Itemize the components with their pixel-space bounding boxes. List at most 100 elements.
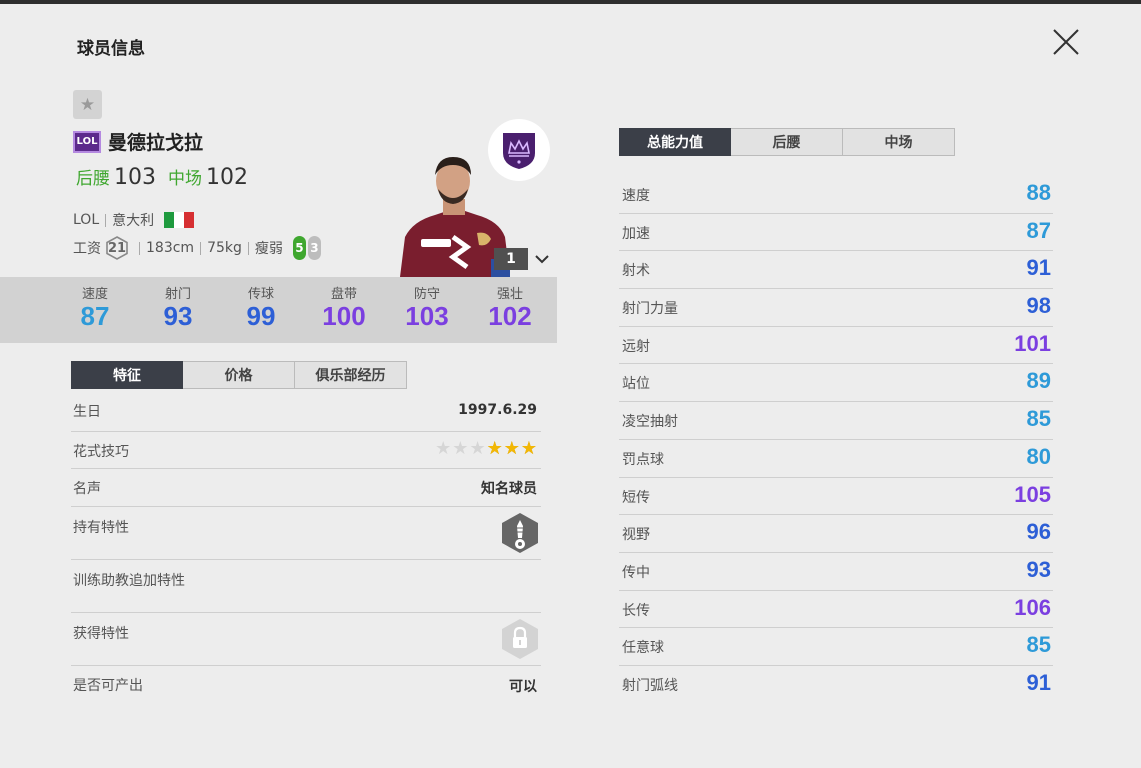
nation-text: 意大利 bbox=[112, 213, 155, 229]
player-name-row: LOL 曼德拉戈拉 bbox=[73, 128, 203, 155]
attribute-value: 96 bbox=[1026, 519, 1051, 545]
info-row-traits: 持有特性 bbox=[71, 507, 541, 560]
favorite-star-icon[interactable]: ★ bbox=[73, 90, 102, 119]
position-ratings: 后腰 103 中场 102 bbox=[76, 164, 260, 190]
summary-stat: 盘带 100 bbox=[314, 283, 374, 332]
crown-crest-icon bbox=[503, 133, 535, 169]
attribute-value: 101 bbox=[1014, 330, 1051, 356]
star-empty-icon: ★ bbox=[452, 438, 469, 459]
attribute-value: 87 bbox=[1026, 217, 1051, 243]
stat-label: 强壮 bbox=[496, 287, 523, 302]
position-label: 后腰 bbox=[76, 169, 110, 189]
birthday-value: 1997.6.29 bbox=[458, 402, 537, 418]
attribute-value: 91 bbox=[1026, 669, 1051, 695]
attribute-label: 短传 bbox=[622, 489, 650, 506]
attribute-value: 105 bbox=[1014, 481, 1051, 507]
info-row-coach-traits: 训练助教追加特性 bbox=[71, 560, 541, 613]
attribute-value: 88 bbox=[1026, 180, 1051, 205]
stat-label: 速度 bbox=[81, 287, 108, 302]
attribute-label: 视野 bbox=[622, 527, 650, 544]
star-empty-icon: ★ bbox=[435, 438, 452, 459]
attribute-row: 加速 87 bbox=[619, 214, 1053, 252]
attribute-value: 93 bbox=[1026, 556, 1051, 582]
tab-cm[interactable]: 中场 bbox=[843, 128, 955, 156]
attribute-row: 远射 101 bbox=[619, 327, 1053, 365]
stat-value: 102 bbox=[488, 301, 532, 331]
attribute-label: 传中 bbox=[622, 564, 650, 581]
stat-label: 射门 bbox=[164, 287, 191, 302]
attribute-value: 106 bbox=[1014, 594, 1051, 620]
position-value: 102 bbox=[206, 165, 248, 190]
star-filled-icon: ★ bbox=[520, 438, 537, 459]
stat-label: 盘带 bbox=[330, 287, 357, 302]
attribute-label: 站位 bbox=[622, 376, 650, 393]
attribute-row: 射门弧线 91 bbox=[619, 666, 1053, 704]
attribute-value: 98 bbox=[1026, 293, 1051, 319]
trait-hex-icon[interactable] bbox=[501, 512, 539, 554]
attribute-label: 任意球 bbox=[622, 640, 664, 657]
attribute-row: 长传 106 bbox=[619, 591, 1053, 629]
stat-value: 100 bbox=[322, 301, 366, 331]
stat-label: 防守 bbox=[413, 287, 440, 302]
attribute-label: 长传 bbox=[622, 602, 650, 619]
info-row-tradable: 是否可产出 可以 bbox=[71, 666, 541, 702]
divider bbox=[200, 241, 202, 255]
chevron-down-icon[interactable] bbox=[533, 250, 551, 268]
season-badge: LOL bbox=[73, 130, 101, 153]
summary-stat: 速度 87 bbox=[65, 283, 125, 332]
salary-hex-icon: 21 bbox=[105, 236, 129, 260]
enhance-level-badge[interactable]: 1 bbox=[494, 248, 528, 270]
star-filled-icon: ★ bbox=[486, 438, 503, 459]
summary-stat: 强壮 102 bbox=[480, 283, 540, 332]
tab-overall[interactable]: 总能力值 bbox=[619, 128, 731, 156]
weight-text: 75kg bbox=[207, 240, 242, 256]
tab-traits[interactable]: 特征 bbox=[71, 361, 183, 389]
attribute-label: 罚点球 bbox=[622, 451, 664, 468]
attribute-row: 射术 91 bbox=[619, 251, 1053, 290]
stat-value: 87 bbox=[80, 301, 110, 331]
attribute-value: 85 bbox=[1026, 632, 1051, 658]
info-row-skill-moves: 花式技巧 ★ ★ ★ ★ ★ ★ bbox=[71, 432, 541, 469]
star-empty-icon: ★ bbox=[469, 438, 486, 459]
acquired-traits-label: 获得特性 bbox=[73, 626, 129, 642]
stat-label: 传球 bbox=[247, 287, 274, 302]
modal-title: 球员信息 bbox=[77, 39, 145, 59]
attribute-label: 远射 bbox=[622, 338, 650, 355]
club-badge[interactable] bbox=[488, 119, 550, 181]
player-info-modal: 球员信息 ★ LOL 曼德拉戈拉 后腰 103 中场 102 LOL 意大利 工… bbox=[0, 4, 1141, 768]
tab-cdm[interactable]: 后腰 bbox=[731, 128, 843, 156]
attribute-row: 短传 105 bbox=[619, 478, 1053, 516]
skill-stars: ★ ★ ★ ★ ★ ★ bbox=[435, 438, 537, 459]
fame-value: 知名球员 bbox=[481, 481, 537, 497]
attribute-label: 速度 bbox=[622, 188, 650, 204]
attribute-label: 加速 bbox=[622, 225, 650, 242]
summary-stat: 传球 99 bbox=[231, 283, 291, 332]
left-foot-icon: 5 bbox=[292, 236, 306, 260]
attribute-label: 射门力量 bbox=[622, 301, 678, 318]
season-nation-row: LOL 意大利 bbox=[73, 210, 195, 230]
stat-value: 93 bbox=[163, 301, 193, 331]
attribute-row: 站位 89 bbox=[619, 364, 1053, 403]
season-text: LOL bbox=[73, 212, 100, 228]
stat-value: 99 bbox=[246, 301, 276, 331]
attribute-list: 速度 88 加速 87 射术 91 射门力量 98 远射 101 站位 89 凌空抽射 85 罚点球 80 短传… bbox=[619, 176, 1053, 704]
attribute-row: 速度 88 bbox=[619, 176, 1053, 214]
coach-traits-label: 训练助教追加特性 bbox=[73, 573, 185, 589]
tab-club-history[interactable]: 俱乐部经历 bbox=[295, 361, 407, 389]
attribute-row: 凌空抽射 85 bbox=[619, 402, 1053, 440]
trait-info-list: 生日 1997.6.29 花式技巧 ★ ★ ★ ★ ★ ★ 名声 知名球员 持有特性 训练… bbox=[71, 395, 541, 702]
lock-hex-icon[interactable] bbox=[501, 618, 539, 660]
attribute-label: 凌空抽射 bbox=[622, 414, 678, 431]
tab-price[interactable]: 价格 bbox=[183, 361, 295, 389]
divider bbox=[105, 213, 107, 227]
close-icon[interactable] bbox=[1050, 26, 1082, 58]
salary-value: 21 bbox=[107, 240, 127, 256]
attribute-value: 91 bbox=[1026, 255, 1051, 281]
summary-stats-bar: 速度 87 射门 93 传球 99 盘带 100 防守 103 强壮 102 bbox=[0, 277, 557, 343]
player-photo bbox=[395, 149, 510, 277]
skill-moves-label: 花式技巧 bbox=[73, 444, 129, 460]
attribute-tabs: 总能力值 后腰 中场 bbox=[619, 128, 955, 156]
traits-label: 持有特性 bbox=[73, 520, 129, 536]
attribute-row: 传中 93 bbox=[619, 553, 1053, 591]
physical-info-row: 工资 21 183cm 75kg 瘦弱 5 3 bbox=[73, 236, 321, 260]
